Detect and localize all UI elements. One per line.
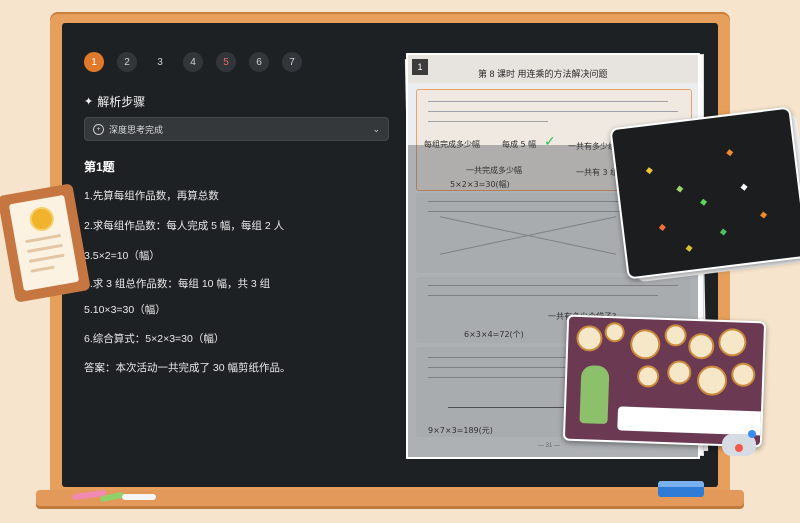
clock-decoration — [575, 324, 603, 352]
solution-step: 4.求 3 组总作品数：每组 10 幅，共 3 组 — [84, 278, 271, 290]
clock-decoration — [664, 323, 687, 347]
question-title: 第1题 — [84, 160, 115, 174]
page-button-2[interactable]: 2 — [117, 52, 137, 72]
clock-decoration — [629, 328, 661, 360]
page-button-1[interactable]: 1 — [84, 52, 104, 72]
clipboard-line — [26, 243, 63, 254]
chevron-down-icon: ⌄ — [372, 123, 380, 134]
mindmap-card[interactable] — [609, 106, 800, 280]
clock-decoration — [666, 360, 692, 385]
clipboard-line — [25, 233, 62, 244]
gamepad-button — [735, 444, 743, 452]
page-button-7[interactable]: 7 — [282, 52, 302, 72]
solution-step: 6.综合算式：5×2×3=30（幅） — [84, 333, 225, 345]
clipboard-line — [28, 253, 65, 263]
clock-decoration — [687, 332, 715, 360]
thinking-mode-dropdown[interactable]: + 深度思考完成 ⌄ — [84, 117, 389, 141]
eraser-top — [658, 481, 704, 487]
text-line — [428, 111, 678, 112]
game-dialog-box — [617, 406, 767, 436]
solution-step: 5.10×3=30（幅） — [84, 304, 166, 316]
text-line — [428, 101, 668, 102]
plus-circle-icon: + — [93, 123, 104, 135]
clipboard-paper — [8, 194, 80, 292]
mindmap-node-dot — [719, 228, 727, 236]
question-pagination: 1 2 3 4 5 6 7 — [84, 52, 302, 72]
page-button-5[interactable]: 5 — [216, 52, 236, 72]
clock-decoration — [730, 362, 756, 388]
page-button-3[interactable]: 3 — [150, 52, 170, 72]
clock-decoration — [717, 327, 747, 357]
mindmap-node-dot — [658, 223, 666, 231]
page-button-4[interactable]: 4 — [183, 52, 203, 72]
certificate-seal — [27, 205, 56, 233]
mindmap-node-dot — [676, 185, 684, 193]
analysis-section-header: ✦ 解析步骤 — [84, 93, 145, 110]
chalk-white — [122, 494, 156, 500]
mindmap-node-dot — [685, 244, 693, 252]
solution-step: 1.先算每组作品数，再算总数 — [84, 190, 219, 202]
page-button-6[interactable]: 6 — [249, 52, 269, 72]
mindmap-node-dot — [760, 211, 768, 219]
gamepad-button — [748, 430, 756, 438]
clock-decoration — [696, 365, 728, 397]
clock-decoration — [636, 365, 660, 388]
clipboard-line — [30, 265, 55, 273]
analysis-title: 解析步骤 — [97, 95, 146, 109]
mindmap-node-dot — [645, 167, 653, 175]
worksheet-title: 第 8 课时 用连乘的方法解决问题 — [478, 69, 608, 79]
mindmap-node-dot — [740, 183, 748, 191]
mindmap-node-dot — [726, 149, 734, 157]
text-line — [428, 121, 548, 122]
worksheet-badge: 1 — [412, 59, 428, 75]
solution-step: 3.5×2=10（幅） — [84, 250, 160, 262]
solution-step: 2.求每组作品数：每人完成 5 幅，每组 2 人 — [84, 220, 285, 232]
game-scene-card[interactable] — [562, 314, 767, 448]
sparkle-icon: ✦ — [84, 96, 94, 108]
solution-answer: 答案：本次活动一共完成了 30 幅剪纸作品。 — [84, 362, 291, 374]
mindmap-node-dot — [700, 198, 708, 206]
thinking-mode-label: 深度思考完成 — [109, 124, 164, 135]
game-character — [579, 365, 610, 425]
clock-decoration — [604, 321, 626, 343]
